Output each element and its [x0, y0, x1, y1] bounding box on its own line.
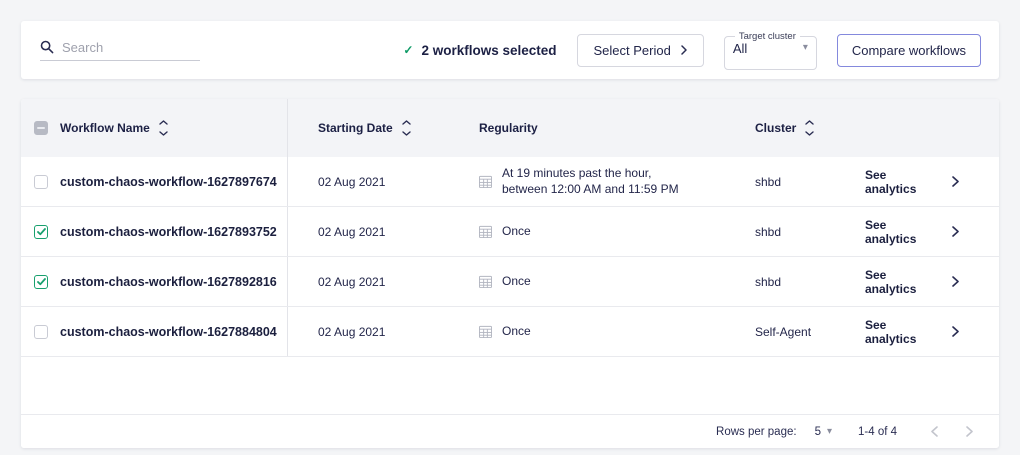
target-cluster-value: All [733, 41, 747, 56]
see-analytics-link[interactable]: See analytics [865, 168, 939, 196]
workflow-name: custom-chaos-workflow-1627884804 [60, 325, 277, 339]
regularity-text: Once [502, 224, 531, 240]
chevron-left-icon [931, 426, 938, 437]
caret-down-icon: ▾ [803, 43, 808, 53]
regularity-text: Once [502, 324, 531, 340]
regularity-text: At 19 minutes past the hour, between 12:… [502, 166, 679, 197]
starting-date: 02 Aug 2021 [318, 275, 385, 289]
pagination-range: 1-4 of 4 [858, 426, 897, 438]
starting-date: 02 Aug 2021 [318, 175, 385, 189]
row-checkbox[interactable] [34, 175, 48, 189]
table-row: custom-chaos-workflow-1627897674 02 Aug … [21, 157, 999, 207]
calendar-icon [479, 225, 492, 238]
starting-date: 02 Aug 2021 [318, 325, 385, 339]
check-icon: ✓ [403, 43, 413, 57]
target-cluster-select[interactable]: Target cluster All ▾ [724, 31, 817, 70]
sort-asc-icon[interactable] [805, 120, 814, 125]
rows-per-page-value: 5 [815, 426, 821, 438]
search-field[interactable] [40, 40, 200, 61]
selected-summary-text: 2 workflows selected [421, 43, 556, 58]
workflow-name: custom-chaos-workflow-1627897674 [60, 175, 277, 189]
table-row: custom-chaos-workflow-1627893752 02 Aug … [21, 207, 999, 257]
cluster-name: shbd [755, 175, 781, 189]
cluster-name: shbd [755, 275, 781, 289]
select-all-checkbox[interactable] [34, 121, 48, 135]
chevron-right-icon[interactable] [952, 226, 959, 237]
see-analytics-link[interactable]: See analytics [865, 218, 939, 246]
compare-workflows-label: Compare workflows [852, 43, 966, 58]
regularity-text: Once [502, 274, 531, 290]
column-header-cluster[interactable]: Cluster [755, 121, 796, 135]
sort-asc-icon[interactable] [402, 120, 411, 125]
workflow-name: custom-chaos-workflow-1627892816 [60, 275, 277, 289]
chevron-right-icon [966, 426, 973, 437]
table-row: custom-chaos-workflow-1627892816 02 Aug … [21, 257, 999, 307]
workflow-name: custom-chaos-workflow-1627893752 [60, 225, 277, 239]
pagination-bar: Rows per page: 5 ▾ 1-4 of 4 [21, 414, 999, 448]
search-icon [40, 40, 54, 54]
calendar-icon [479, 175, 492, 188]
column-header-regularity: Regularity [479, 121, 538, 135]
selected-summary: ✓ 2 workflows selected [403, 43, 556, 58]
calendar-icon [479, 275, 492, 288]
column-header-workflow-name[interactable]: Workflow Name [60, 121, 150, 135]
select-period-label: Select Period [594, 43, 671, 58]
caret-down-icon: ▾ [827, 427, 832, 437]
sort-icons[interactable] [805, 120, 814, 136]
table-header-row: Workflow Name Starting Date Regularity C… [21, 99, 999, 157]
rows-per-page-label: Rows per page: [716, 426, 797, 438]
sort-desc-icon[interactable] [402, 131, 411, 136]
next-page-button[interactable] [962, 422, 977, 441]
table-row: custom-chaos-workflow-1627884804 02 Aug … [21, 307, 999, 357]
compare-workflows-button[interactable]: Compare workflows [837, 34, 981, 67]
chevron-right-icon[interactable] [952, 276, 959, 287]
cluster-name: shbd [755, 225, 781, 239]
workflows-table: Workflow Name Starting Date Regularity C… [21, 99, 999, 448]
row-checkbox[interactable] [34, 325, 48, 339]
search-input[interactable] [62, 40, 200, 55]
rows-per-page-select[interactable]: 5 ▾ [815, 426, 832, 438]
row-checkbox[interactable] [34, 275, 48, 289]
chevron-right-icon[interactable] [952, 326, 959, 337]
sort-asc-icon[interactable] [159, 120, 168, 125]
sort-icons[interactable] [159, 120, 168, 136]
sort-desc-icon[interactable] [805, 131, 814, 136]
previous-page-button[interactable] [927, 422, 942, 441]
cluster-name: Self-Agent [755, 325, 811, 339]
table-empty-area [21, 357, 999, 414]
toolbar: ✓ 2 workflows selected Select Period Tar… [21, 21, 999, 79]
sort-desc-icon[interactable] [159, 131, 168, 136]
calendar-icon [479, 325, 492, 338]
starting-date: 02 Aug 2021 [318, 225, 385, 239]
chevron-right-icon [681, 45, 687, 55]
sort-icons[interactable] [402, 120, 411, 136]
row-checkbox[interactable] [34, 225, 48, 239]
see-analytics-link[interactable]: See analytics [865, 268, 939, 296]
chevron-right-icon[interactable] [952, 176, 959, 187]
select-period-button[interactable]: Select Period [577, 34, 704, 67]
see-analytics-link[interactable]: See analytics [865, 318, 939, 346]
column-header-starting-date[interactable]: Starting Date [318, 121, 393, 135]
